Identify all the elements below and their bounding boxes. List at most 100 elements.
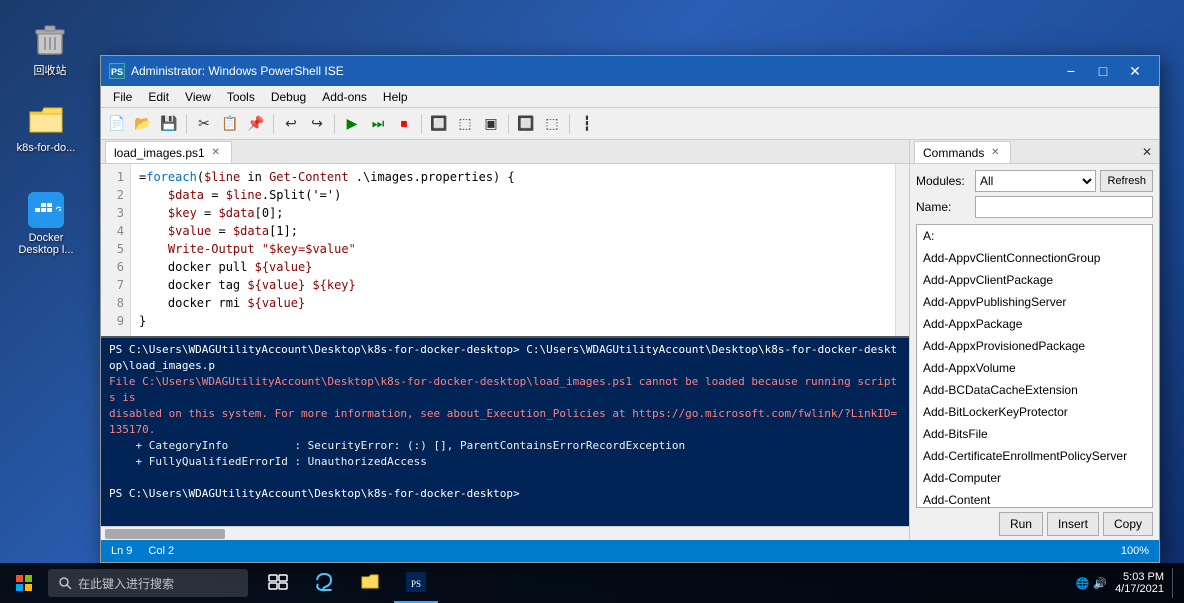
tb-sep3 bbox=[334, 114, 335, 134]
cmd-item-2[interactable]: Add-AppvPublishingServer bbox=[917, 291, 1152, 313]
cmd-item-a[interactable]: A: bbox=[917, 225, 1152, 247]
menu-debug[interactable]: Debug bbox=[263, 88, 314, 106]
modules-select[interactable]: All bbox=[975, 170, 1096, 192]
cmd-item-10[interactable]: Add-Computer bbox=[917, 467, 1152, 489]
console-hscrollbar[interactable] bbox=[101, 526, 909, 540]
powershell-ise-window: PS Administrator: Windows PowerShell ISE… bbox=[100, 55, 1160, 563]
svg-text:PS: PS bbox=[411, 579, 421, 589]
console-line-2: File C:\Users\WDAGUtilityAccount\Desktop… bbox=[109, 374, 901, 406]
window-titlebar: PS Administrator: Windows PowerShell ISE… bbox=[101, 56, 1159, 86]
run-button[interactable]: Run bbox=[999, 512, 1043, 536]
tb-run-sel[interactable]: ⏭ bbox=[366, 112, 390, 136]
tb-more[interactable]: ┇ bbox=[575, 112, 599, 136]
taskbar-app-explorer[interactable] bbox=[348, 563, 392, 603]
editor-code[interactable]: =foreach($line in Get-Content .\images.p… bbox=[131, 164, 895, 336]
desktop-icon-k8s-folder[interactable]: k8s-for-do... bbox=[16, 100, 76, 154]
tray-show-desktop[interactable] bbox=[1172, 568, 1176, 598]
tb-debug2[interactable]: ⬚ bbox=[453, 112, 477, 136]
tb-debug3[interactable]: ▣ bbox=[479, 112, 503, 136]
tb-redo[interactable]: ↪ bbox=[305, 112, 329, 136]
modules-row: Modules: All Refresh bbox=[916, 170, 1153, 192]
desktop-icon-docker[interactable]: Docker Desktop l... bbox=[16, 190, 76, 256]
toolbar: 📄 📂 💾 ✂ 📋 📌 ↩ ↪ ▶ ⏭ ⏹ 🔲 ⬚ ▣ 🔲 ⬚ ┇ bbox=[101, 108, 1159, 140]
editor-area[interactable]: 1 2 3 4 5 6 7 8 9 =foreach($line in Get-… bbox=[101, 164, 909, 336]
editor-tab-bar: load_images.ps1 ✕ bbox=[101, 140, 909, 164]
console-line-7: PS C:\Users\WDAGUtilityAccount\Desktop\k… bbox=[109, 486, 901, 502]
copy-button[interactable]: Copy bbox=[1103, 512, 1153, 536]
menu-help[interactable]: Help bbox=[375, 88, 416, 106]
search-placeholder: 在此键入进行搜索 bbox=[78, 575, 174, 592]
editor-scrollbar[interactable] bbox=[895, 164, 909, 336]
tb-save[interactable]: 💾 bbox=[157, 112, 181, 136]
cmd-item-6[interactable]: Add-BCDataCacheExtension bbox=[917, 379, 1152, 401]
menu-tools[interactable]: Tools bbox=[219, 88, 263, 106]
name-row: Name: bbox=[916, 196, 1153, 218]
tb-zoom1[interactable]: 🔲 bbox=[514, 112, 538, 136]
tab-label: load_images.ps1 bbox=[114, 146, 205, 160]
hscroll-thumb[interactable] bbox=[105, 529, 225, 539]
tray-date: 4/17/2021 bbox=[1115, 583, 1164, 595]
taskbar-apps: PS bbox=[256, 563, 438, 603]
tb-sep4 bbox=[421, 114, 422, 134]
status-ln: Ln 9 bbox=[111, 545, 132, 557]
insert-button[interactable]: Insert bbox=[1047, 512, 1099, 536]
tray-volume-icon: 🔊 bbox=[1093, 577, 1107, 590]
tb-sep5 bbox=[508, 114, 509, 134]
cmd-item-3[interactable]: Add-AppxPackage bbox=[917, 313, 1152, 335]
tab-close-button[interactable]: ✕ bbox=[209, 146, 223, 160]
window-controls: − □ ✕ bbox=[1055, 56, 1151, 86]
cmd-item-1[interactable]: Add-AppvClientPackage bbox=[917, 269, 1152, 291]
menu-edit[interactable]: Edit bbox=[140, 88, 177, 106]
cmd-item-7[interactable]: Add-BitLockerKeyProtector bbox=[917, 401, 1152, 423]
close-button[interactable]: ✕ bbox=[1119, 56, 1151, 86]
tab-load-images[interactable]: load_images.ps1 ✕ bbox=[105, 141, 232, 163]
tb-sep6 bbox=[569, 114, 570, 134]
status-right: 100% bbox=[1121, 545, 1149, 557]
minimize-button[interactable]: − bbox=[1055, 56, 1087, 86]
commands-footer: Run Insert Copy bbox=[910, 508, 1159, 540]
status-col: Col 2 bbox=[148, 545, 174, 557]
commands-filters: Modules: All Refresh Name: bbox=[910, 164, 1159, 224]
commands-list[interactable]: A: Add-AppvClientConnectionGroup Add-App… bbox=[916, 224, 1153, 508]
commands-tab[interactable]: Commands ✕ bbox=[914, 141, 1011, 163]
menu-addons[interactable]: Add-ons bbox=[314, 88, 375, 106]
taskbar-app-taskview[interactable] bbox=[256, 563, 300, 603]
taskbar-search[interactable]: 在此键入进行搜索 bbox=[48, 569, 248, 597]
menu-bar: File Edit View Tools Debug Add-ons Help bbox=[101, 86, 1159, 108]
taskbar-app-edge[interactable] bbox=[302, 563, 346, 603]
cmd-item-5[interactable]: Add-AppxVolume bbox=[917, 357, 1152, 379]
cmd-item-11[interactable]: Add-Content bbox=[917, 489, 1152, 508]
tb-copy[interactable]: 📋 bbox=[218, 112, 242, 136]
taskbar-app-powershell[interactable]: PS bbox=[394, 563, 438, 603]
maximize-button[interactable]: □ bbox=[1087, 56, 1119, 86]
tb-cut[interactable]: ✂ bbox=[192, 112, 216, 136]
window-icon: PS bbox=[109, 63, 125, 79]
start-button[interactable] bbox=[0, 563, 48, 603]
tray-clock: 5:03 PM 4/17/2021 bbox=[1115, 571, 1164, 595]
desktop-icon-recycle-bin[interactable]: 回收站 bbox=[20, 20, 80, 78]
refresh-button[interactable]: Refresh bbox=[1100, 170, 1153, 192]
cmd-item-4[interactable]: Add-AppxProvisionedPackage bbox=[917, 335, 1152, 357]
console-line-4: + CategoryInfo : SecurityError: (:) [], … bbox=[109, 438, 901, 454]
tb-stop[interactable]: ⏹ bbox=[392, 112, 416, 136]
commands-panel-close-button[interactable]: ✕ bbox=[1139, 144, 1155, 160]
name-input[interactable] bbox=[975, 196, 1153, 218]
console-line-3: disabled on this system. For more inform… bbox=[109, 406, 901, 438]
tb-new[interactable]: 📄 bbox=[105, 112, 129, 136]
cmd-item-9[interactable]: Add-CertificateEnrollmentPolicyServer bbox=[917, 445, 1152, 467]
status-bar: Ln 9 Col 2 100% bbox=[101, 540, 1159, 562]
tb-undo[interactable]: ↩ bbox=[279, 112, 303, 136]
menu-view[interactable]: View bbox=[177, 88, 219, 106]
tb-debug1[interactable]: 🔲 bbox=[427, 112, 451, 136]
cmd-item-8[interactable]: Add-BitsFile bbox=[917, 423, 1152, 445]
console-area[interactable]: PS C:\Users\WDAGUtilityAccount\Desktop\k… bbox=[101, 336, 909, 526]
tb-paste[interactable]: 📌 bbox=[244, 112, 268, 136]
menu-file[interactable]: File bbox=[105, 88, 140, 106]
commands-tab-close[interactable]: ✕ bbox=[988, 146, 1002, 160]
console-line-6 bbox=[109, 470, 901, 486]
editor-gutter: 1 2 3 4 5 6 7 8 9 bbox=[101, 164, 131, 336]
tb-zoom2[interactable]: ⬚ bbox=[540, 112, 564, 136]
cmd-item-0[interactable]: Add-AppvClientConnectionGroup bbox=[917, 247, 1152, 269]
tb-open[interactable]: 📂 bbox=[131, 112, 155, 136]
tb-run[interactable]: ▶ bbox=[340, 112, 364, 136]
